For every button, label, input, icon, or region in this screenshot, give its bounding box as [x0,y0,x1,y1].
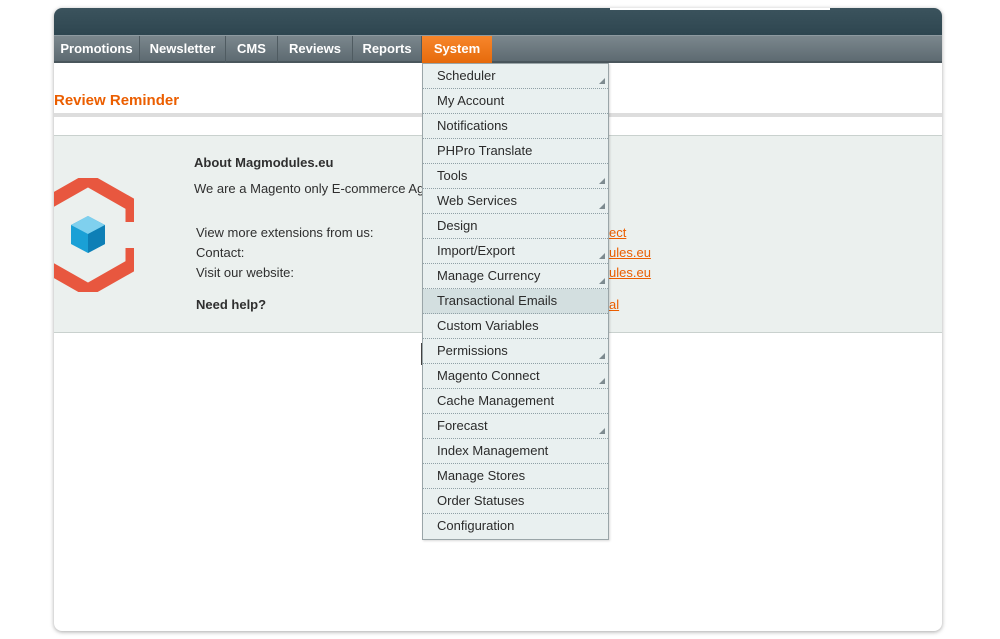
contact-email-link[interactable]: ules.eu [609,245,651,260]
view-extensions-link[interactable]: ect [609,225,626,240]
nav-system[interactable]: System [422,36,492,63]
menu-item-label: PHPro Translate [437,143,533,158]
nav-cms[interactable]: CMS [226,36,278,63]
menu-item-label: Tools [437,168,468,183]
menu-item-order-statuses[interactable]: Order Statuses [423,489,608,514]
submenu-arrow-icon [599,278,605,284]
submenu-arrow-icon [599,428,605,434]
menu-item-label: Notifications [437,118,508,133]
menu-item-transactional-emails[interactable]: Transactional Emails [423,289,608,314]
global-search-bar[interactable] [610,8,830,10]
contact-label: Contact: [196,245,245,260]
menu-item-label: Web Services [437,193,517,208]
menu-item-label: Index Management [437,443,549,458]
admin-window: Promotions Newsletter CMS Reviews Report… [54,8,942,631]
menu-item-web-services[interactable]: Web Services [423,189,608,214]
menu-item-notifications[interactable]: Notifications [423,114,608,139]
menu-item-label: Cache Management [437,393,555,408]
menu-item-design[interactable]: Design [423,214,608,239]
menu-item-label: Custom Variables [437,318,539,333]
menu-item-permissions[interactable]: Permissions [423,339,608,364]
nav-reports[interactable]: Reports [353,36,422,63]
about-heading: About Magmodules.eu [194,155,334,170]
submenu-arrow-icon [599,203,605,209]
main-navigation: Promotions Newsletter CMS Reviews Report… [54,35,942,63]
page-title: Review Reminder [54,92,180,109]
menu-item-import-export[interactable]: Import/Export [423,239,608,264]
admin-header [54,8,942,35]
logo-gap [102,222,134,248]
website-link[interactable]: ules.eu [609,265,651,280]
menu-item-label: Order Statuses [437,493,525,508]
nav-promotions[interactable]: Promotions [54,36,140,63]
menu-item-label: Magento Connect [437,368,540,383]
menu-item-custom-variables[interactable]: Custom Variables [423,314,608,339]
menu-item-configuration[interactable]: Configuration [423,514,608,539]
view-extensions-label: View more extensions from us: [196,225,374,240]
help-link[interactable]: al [609,297,619,312]
menu-item-manage-currency[interactable]: Manage Currency [423,264,608,289]
menu-item-label: My Account [437,93,505,108]
menu-item-label: Manage Currency [437,268,541,283]
magmodules-logo [54,178,134,292]
website-label: Visit our website: [196,265,295,280]
menu-item-index-management[interactable]: Index Management [423,439,608,464]
submenu-arrow-icon [599,253,605,259]
menu-item-label: Configuration [437,518,515,533]
menu-item-scheduler[interactable]: Scheduler [423,64,608,89]
nav-newsletter[interactable]: Newsletter [140,36,226,63]
menu-item-manage-stores[interactable]: Manage Stores [423,464,608,489]
system-dropdown-menu: Scheduler My Account Notifications PHPro… [422,63,609,540]
menu-item-magento-connect[interactable]: Magento Connect [423,364,608,389]
menu-item-label: Scheduler [437,68,496,83]
menu-item-label: Forecast [437,418,488,433]
submenu-arrow-icon [599,78,605,84]
submenu-arrow-icon [599,178,605,184]
submenu-arrow-icon [599,353,605,359]
menu-item-label: Permissions [437,343,508,358]
menu-item-phpro-translate[interactable]: PHPro Translate [423,139,608,164]
about-intro: We are a Magento only E-commerce Agenc [194,181,446,196]
menu-item-cache-management[interactable]: Cache Management [423,389,608,414]
submenu-arrow-icon [599,378,605,384]
menu-item-my-account[interactable]: My Account [423,89,608,114]
menu-item-label: Design [437,218,478,233]
nav-reviews[interactable]: Reviews [278,36,353,63]
menu-item-label: Manage Stores [437,468,526,483]
menu-item-tools[interactable]: Tools [423,164,608,189]
menu-item-label: Transactional Emails [437,293,558,308]
need-help-label: Need help? [196,297,267,312]
menu-item-forecast[interactable]: Forecast [423,414,608,439]
menu-item-label: Import/Export [437,243,516,258]
